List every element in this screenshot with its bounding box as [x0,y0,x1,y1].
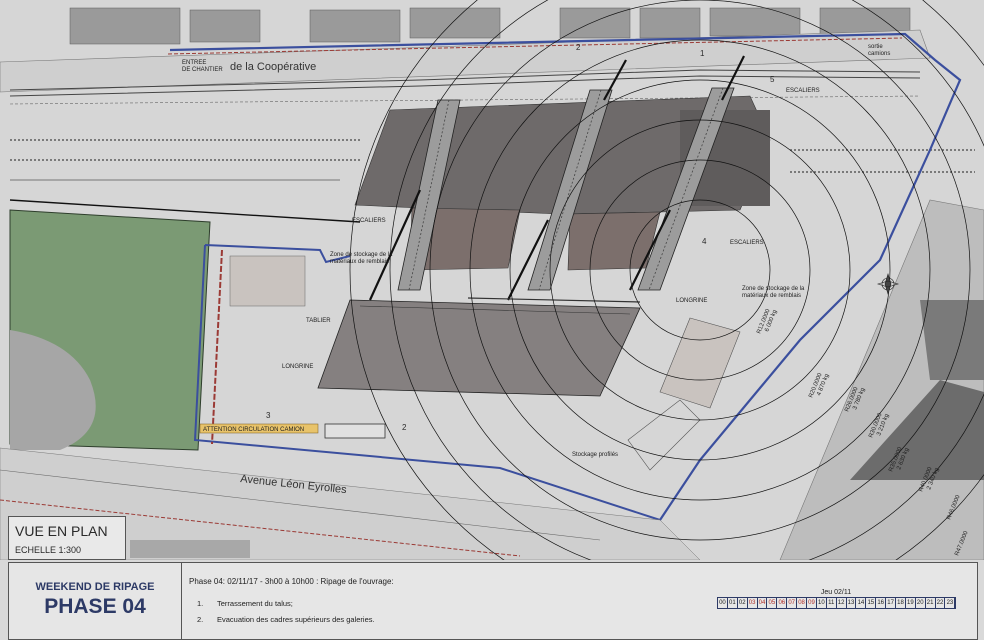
step-number: 1. [197,599,204,608]
title-block: WEEKEND DE RIPAGE PHASE 04 Phase 04: 02/… [8,562,978,640]
hour-cell: 06 [777,598,788,608]
phase-description: Phase 04: 02/11/17 - 3h00 à 10h00 : Ripa… [189,577,394,586]
hour-cell: 14 [856,598,867,608]
hour-cell: 11 [827,598,837,608]
hour-cell: 15 [866,598,877,608]
truck [324,423,386,439]
tablier-label: TABLIER [306,318,331,324]
view-title: VUE EN PLAN [15,523,108,539]
hour-cell: 12 [837,598,847,608]
entree-label-1: ENTREE [182,60,206,66]
escaliers-mid-right-label: ESCALIERS [730,240,764,246]
phase-box: WEEKEND DE RIPAGE PHASE 04 [9,563,182,639]
axis-marker-2-bottom: 2 [402,423,407,432]
axis-marker-4: 4 [702,237,707,246]
step-item: 1. Terrassement du talus; [197,599,293,608]
hour-cell: 17 [886,598,897,608]
hour-cell: 18 [896,598,906,608]
weekend-title: WEEKEND DE RIPAGE [35,581,155,593]
hour-cell: 02 [738,598,748,608]
hour-cell: 10 [817,598,827,608]
hour-cell: 03 [748,598,758,608]
stockage-left-label-2: matériaux de remblais [330,259,389,265]
axis-marker-2-top: 2 [576,43,581,52]
right-dark-block-2 [920,300,984,380]
hour-cell: 07 [787,598,798,608]
entree-label-2: DE CHANTIER [182,67,223,73]
camions-label: camions [868,51,890,57]
hour-timeline: Jeu 02/11 00 01 02 03 04 05 06 07 08 09 10 11 12 13 14… [717,589,957,609]
axis-marker-5-top: 5 [770,75,775,84]
hour-cell: 00 [718,598,728,608]
phase-title: PHASE 04 [44,595,146,618]
site-plan: ENTREE DE CHANTIER de la Coopérative Ave… [0,0,984,560]
timeline-day: Jeu 02/11 [820,589,852,596]
longrine-left-label: LONGRINE [282,364,313,370]
attention-label: ATTENTION CIRCULATION CAMION [203,427,304,433]
bottom-building [130,540,250,558]
street-top-name: de la Coopérative [230,61,316,73]
step-item: 2. Evacuation des cadres supérieurs des g… [197,615,375,624]
hour-cell: 13 [847,598,857,608]
hour-cell: 05 [767,598,778,608]
hour-cell: 21 [926,598,936,608]
axis-marker-1-top: 1 [700,49,705,58]
sortie-label: sortie [868,44,883,50]
stockage-profiles-label: Stockage profilés [572,452,618,458]
view-scale: ECHELLE 1:300 [15,545,82,555]
stockage-left-label-1: Zone de stockage de la [330,252,393,258]
longrine-right-label: LONGRINE [676,298,707,304]
escaliers-top-label: ESCALIERS [786,88,820,94]
hour-cell: 16 [876,598,887,608]
step-text: Terrassement du talus; [217,599,293,608]
step-text: Evacuation des cadres supérieurs des gal… [217,615,375,624]
hour-cell: 19 [906,598,916,608]
hour-cell: 04 [758,598,768,608]
hour-cell: 01 [728,598,738,608]
axis-marker-3: 3 [266,411,271,420]
escaliers-mid-left-label: ESCALIERS [352,218,386,224]
hour-cell: 20 [916,598,926,608]
stockage-right-label-1: Zone de stockage de la [742,286,805,292]
hour-cell: 09 [807,598,817,608]
storage-area-left [229,255,306,307]
step-number: 2. [197,615,204,624]
view-title-box: VUE EN PLAN ECHELLE 1:300 [8,516,126,560]
hour-cells: 00 01 02 03 04 05 06 07 08 09 10 11 12 13 14 15 16 17 18 19… [717,597,957,609]
deck-tablier [317,299,641,397]
hour-cell: 23 [945,598,956,608]
stockage-right-label-2: matériaux de remblais [742,293,801,299]
hour-cell: 22 [936,598,946,608]
hour-cell: 08 [797,598,808,608]
